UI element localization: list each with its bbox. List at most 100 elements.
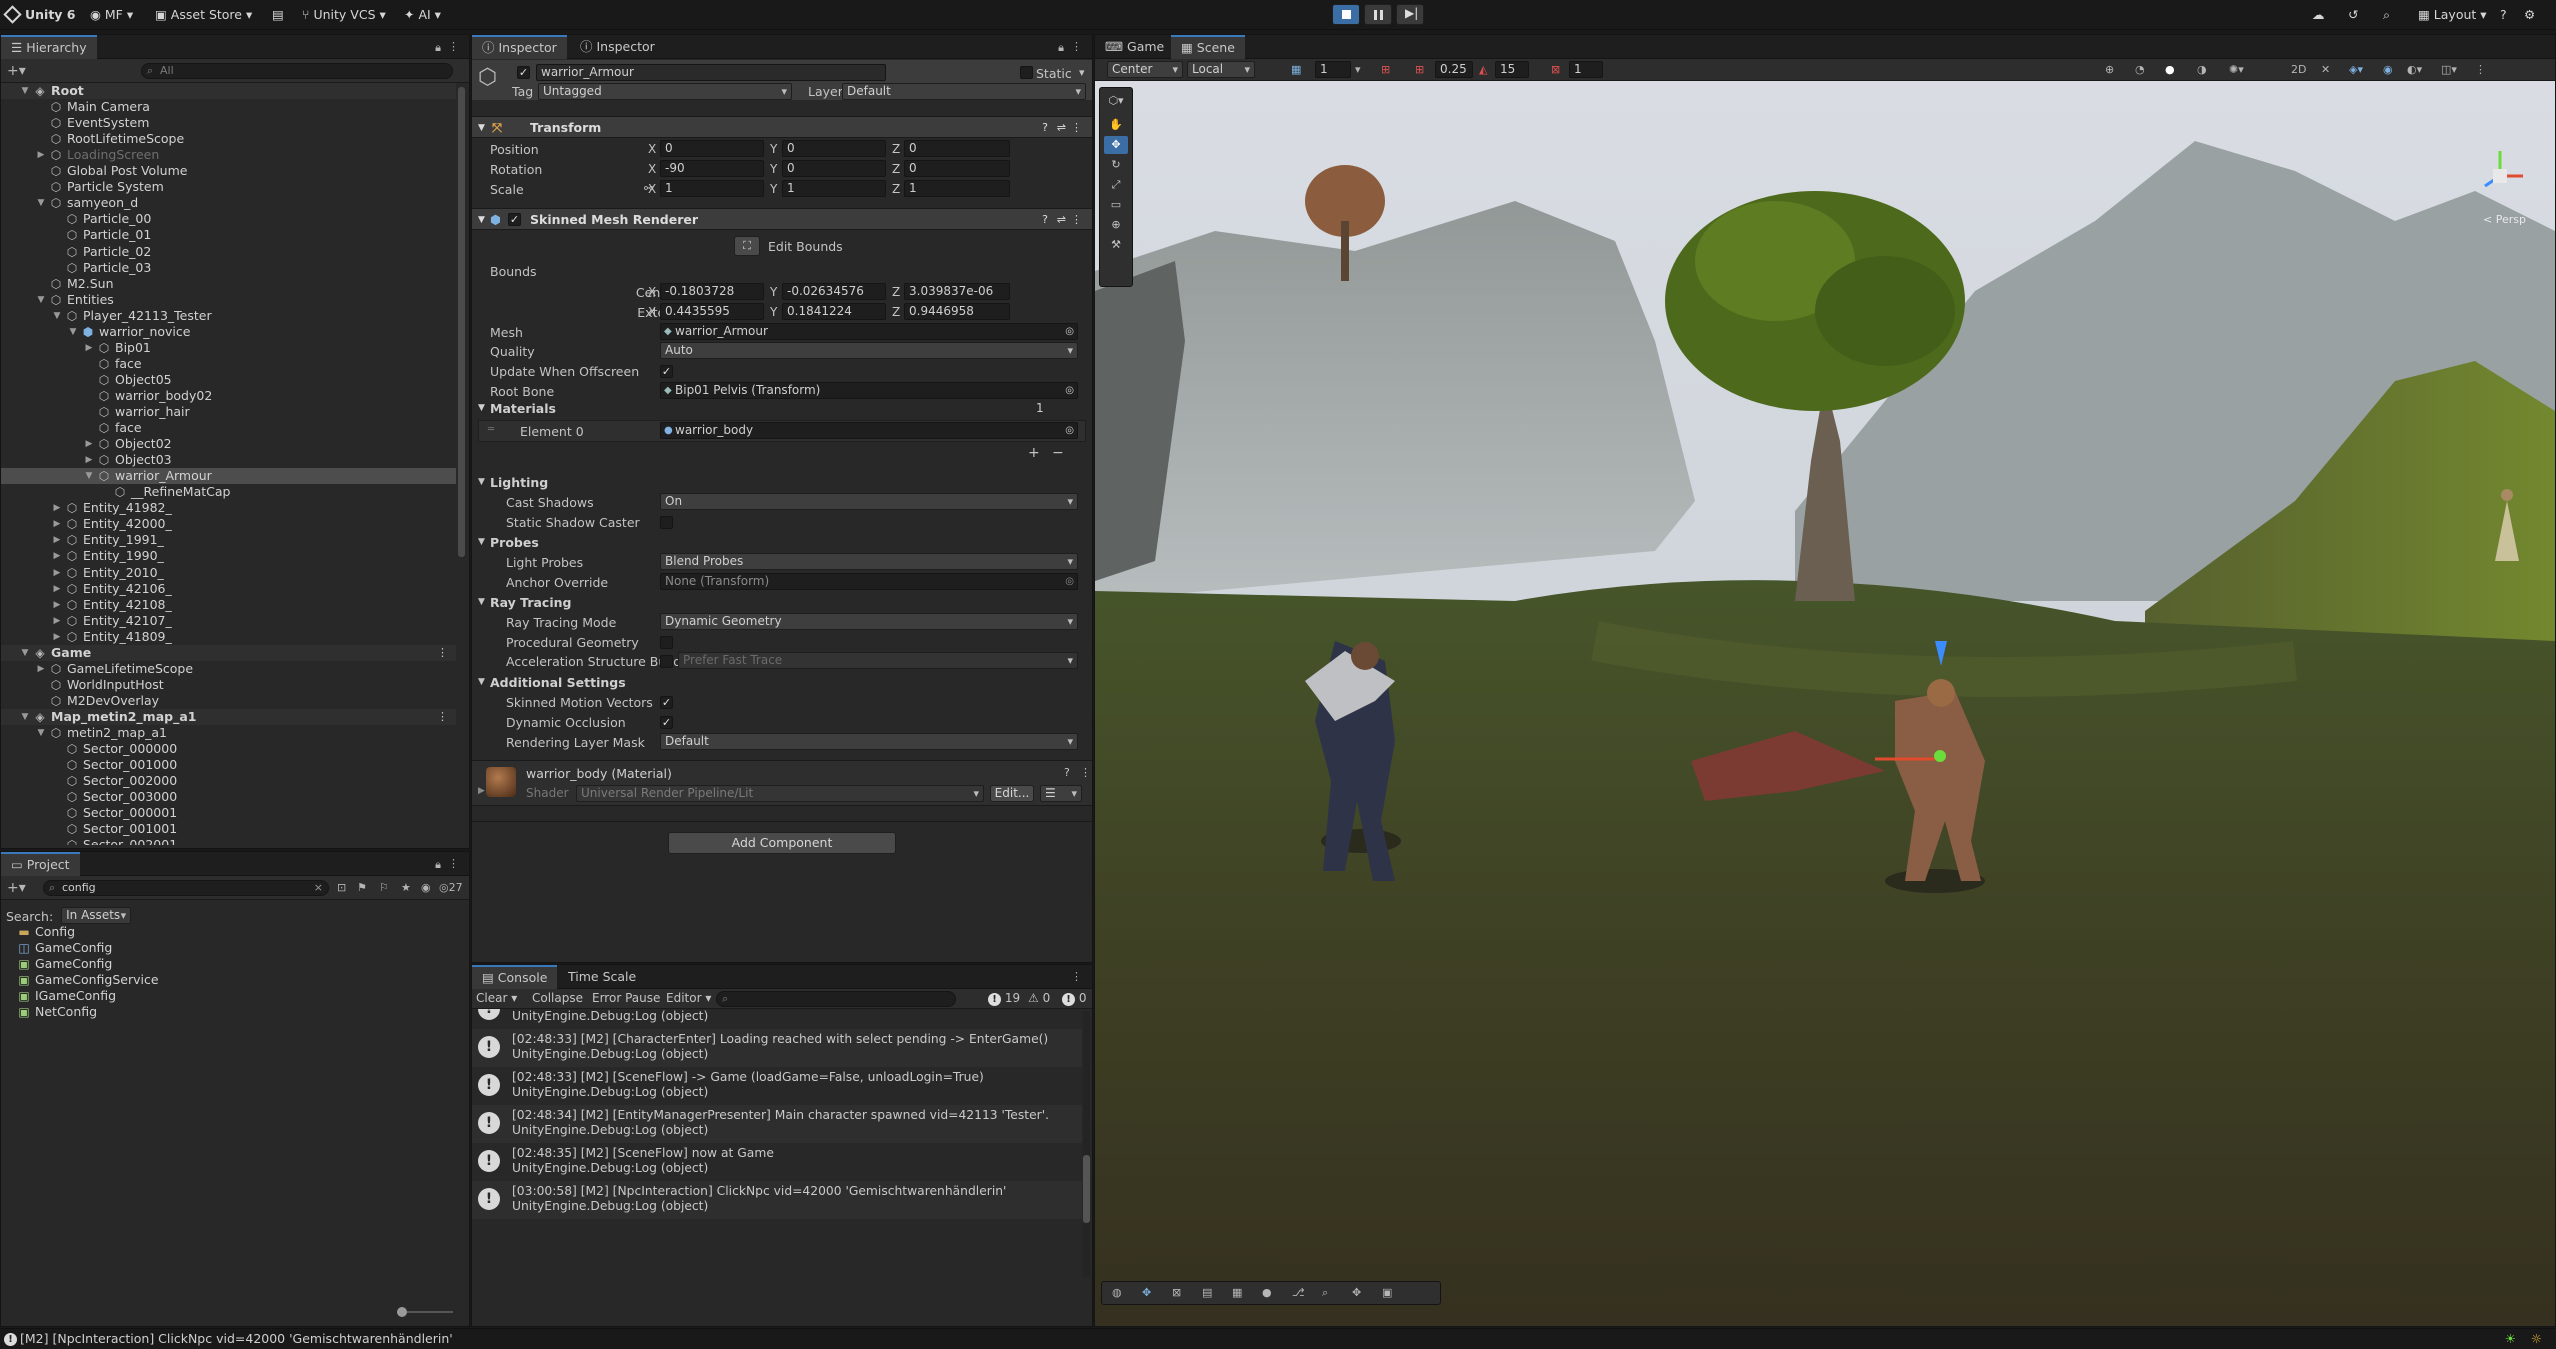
cast-shadows-dropdown[interactable]: On bbox=[660, 493, 1078, 510]
scene-row[interactable]: ▼ ◈ Map_metin2_map_a1 ⋮ bbox=[1, 708, 456, 725]
rotate-snap-icon[interactable]: ◭ bbox=[1479, 63, 1487, 76]
ai-dropdown[interactable]: ✦ AI ▾ bbox=[404, 6, 441, 24]
rect-tool[interactable]: ▭ bbox=[1104, 196, 1128, 214]
create-plus-icon[interactable]: +▾ bbox=[7, 63, 26, 79]
filter-type-icon[interactable]: ⊡ bbox=[337, 881, 346, 894]
expanded-arrow-icon[interactable]: ▼ bbox=[35, 292, 47, 308]
static-toggle[interactable] bbox=[1020, 66, 1033, 79]
smr-header[interactable]: ▼ ⬢ ✓ Skinned Mesh Renderer ? ⇌ ⋮ bbox=[472, 208, 1092, 230]
tree-row[interactable]: ▶ ⬡ Bip01 bbox=[1, 340, 456, 356]
tree-row[interactable]: ▼ ⬡ Player_42113_Tester bbox=[1, 308, 456, 324]
scene-row[interactable]: ▼ ◈ Game ⋮ bbox=[1, 644, 456, 661]
log-count-toggle[interactable]: ! 19 bbox=[988, 991, 1020, 1006]
collapsed-arrow-icon[interactable]: ▶ bbox=[83, 452, 95, 468]
rendering-layer-dropdown[interactable]: Default bbox=[660, 733, 1078, 750]
log-entry[interactable]: ! [03:00:58] [M2] [NpcInteraction] ClickN… bbox=[472, 1181, 1082, 1219]
favorite-icon[interactable]: ★ bbox=[401, 881, 411, 894]
tree-row[interactable]: ▶ ⬡ Object02 bbox=[1, 436, 456, 452]
shading-lit-icon[interactable]: ◑ bbox=[2197, 63, 2207, 76]
smr-enabled-toggle[interactable]: ✓ bbox=[508, 213, 521, 226]
move-tool[interactable]: ✥ bbox=[1104, 136, 1128, 154]
kebab-menu-icon[interactable]: ⋮ bbox=[437, 709, 448, 725]
tree-row[interactable]: ⬡ __RefineMatCap bbox=[1, 484, 456, 500]
collapsed-arrow-icon[interactable]: ▶ bbox=[83, 340, 95, 356]
grid-size-field[interactable]: 1 bbox=[1315, 61, 1351, 78]
tree-row[interactable]: ▶ ⬡ Entity_2010_ bbox=[1, 565, 456, 581]
help-icon[interactable]: ? bbox=[1042, 209, 1048, 231]
hierarchy-search-input[interactable]: ⌕ All bbox=[141, 63, 453, 79]
tree-row[interactable]: ▶ ⬡ LoadingScreen bbox=[1, 147, 456, 163]
kebab-menu-icon[interactable]: ⋮ bbox=[1071, 117, 1082, 139]
expanded-arrow-icon[interactable]: ▼ bbox=[67, 324, 79, 340]
edit-bounds-button[interactable]: ⛶ bbox=[734, 236, 760, 256]
expanded-arrow-icon[interactable]: ▼ bbox=[51, 308, 63, 324]
object-picker-icon[interactable]: ◎ bbox=[1065, 324, 1074, 339]
collapsed-arrow-icon[interactable]: ▶ bbox=[51, 613, 63, 629]
tree-row[interactable]: ⬡ M2.Sun bbox=[1, 276, 456, 292]
collapsed-arrow-icon[interactable]: ▶ bbox=[51, 629, 63, 645]
create-plus-icon[interactable]: +▾ bbox=[7, 880, 26, 896]
search-scope-dropdown[interactable]: In Assets bbox=[61, 907, 132, 924]
vcs-dropdown[interactable]: ⑂ Unity VCS ▾ bbox=[302, 6, 386, 24]
static-shadow-toggle[interactable] bbox=[660, 516, 673, 529]
slider-handle[interactable] bbox=[397, 1307, 407, 1317]
pan-icon[interactable]: ✥ bbox=[1352, 1286, 1361, 1299]
undo-history-button[interactable]: ↺ bbox=[2348, 6, 2358, 24]
accel-dropdown[interactable]: Prefer Fast Trace bbox=[678, 652, 1078, 669]
accel-toggle[interactable] bbox=[660, 655, 673, 668]
path-icon[interactable]: ⎇ bbox=[1292, 1286, 1305, 1299]
tree-row[interactable]: ▶ ⬡ Entity_41982_ bbox=[1, 500, 456, 516]
rotation-z-field[interactable]: 0 bbox=[904, 160, 1010, 177]
filter-log-icon[interactable]: ⚐ bbox=[379, 881, 389, 894]
tree-row[interactable]: ⬡ Global Post Volume bbox=[1, 163, 456, 179]
expand-arrow-icon[interactable]: ▼ bbox=[478, 403, 485, 413]
tree-row[interactable]: ▶ ⬡ Entity_1991_ bbox=[1, 532, 456, 548]
shader-dropdown[interactable]: Universal Render Pipeline/Lit bbox=[576, 785, 984, 802]
filter-label-icon[interactable]: ⚑ bbox=[357, 881, 367, 894]
rotate-tool[interactable]: ↻ bbox=[1104, 156, 1128, 174]
tree-row[interactable]: ⬡ Sector_000000 bbox=[1, 741, 456, 757]
account-dropdown[interactable]: ◉ MF ▾ bbox=[90, 6, 133, 24]
shader-options-dropdown[interactable]: ☰ bbox=[1040, 785, 1082, 802]
log-entry[interactable]: ! [02:48:35] [M2] [SceneFlow] now at Game… bbox=[472, 1143, 1082, 1181]
tab-game[interactable]: ⌨ Game bbox=[1095, 35, 1174, 59]
tree-row[interactable]: ⬡ EventSystem bbox=[1, 115, 456, 131]
tree-row[interactable]: ⬡ Main Camera bbox=[1, 99, 456, 115]
unity-account-menu[interactable]: Unity 6 bbox=[3, 5, 76, 24]
pivot-icon[interactable]: ✥ bbox=[1142, 1286, 1151, 1299]
increment-snap-icon[interactable]: ⊞ bbox=[1381, 63, 1390, 76]
lightbulb-icon[interactable]: ☼ bbox=[2531, 1329, 2542, 1349]
custom-tool[interactable]: ⚒ bbox=[1104, 236, 1128, 254]
tree-row[interactable]: ▼ ⬡ Entities bbox=[1, 292, 456, 308]
ray-mode-dropdown[interactable]: Dynamic Geometry bbox=[660, 613, 1078, 630]
update-offscreen-toggle[interactable]: ✓ bbox=[660, 365, 673, 378]
preset-icon[interactable]: ⇌ bbox=[1057, 209, 1066, 231]
expanded-arrow-icon[interactable]: ▼ bbox=[35, 725, 47, 741]
extent-z-field[interactable]: 0.9446958 bbox=[904, 303, 1010, 320]
expanded-arrow-icon[interactable]: ▼ bbox=[19, 709, 31, 725]
active-toggle[interactable]: ✓ bbox=[517, 66, 530, 79]
shading-solid-icon[interactable]: ● bbox=[2165, 63, 2175, 76]
settings-button[interactable]: ⚙ bbox=[2524, 6, 2535, 24]
tree-row[interactable]: ⬡ warrior_hair bbox=[1, 404, 456, 420]
shading-wire-icon[interactable]: ◔ bbox=[2135, 63, 2145, 76]
log-entry[interactable]: ! [02:48:33] [M2] [CharacterEnter] Loadin… bbox=[472, 1029, 1082, 1067]
expand-arrow-icon[interactable]: ▼ bbox=[478, 477, 485, 487]
hierarchy-scrollbar[interactable] bbox=[458, 87, 465, 557]
center-z-field[interactable]: 3.039837e-06 bbox=[904, 283, 1010, 300]
object-name-field[interactable]: warrior_Armour bbox=[536, 64, 886, 81]
scale-snap-field[interactable]: 1 bbox=[1569, 61, 1603, 78]
materials-count[interactable]: 1 bbox=[1032, 401, 1082, 418]
clear-button[interactable]: Clear ▾ bbox=[476, 991, 517, 1005]
shader-edit-button[interactable]: Edit... bbox=[990, 785, 1034, 802]
project-item[interactable]: ▣ NetConfig bbox=[1, 1004, 456, 1020]
pivot-rotation-dropdown[interactable]: Local bbox=[1187, 61, 1255, 78]
lock-icon[interactable]: 🔒︎ bbox=[435, 41, 441, 55]
collapsed-arrow-icon[interactable]: ▶ bbox=[51, 597, 63, 613]
preset-icon[interactable]: ⇌ bbox=[1057, 117, 1066, 139]
expand-arrow-icon[interactable]: ▼ bbox=[478, 597, 485, 607]
dynamic-occlusion-toggle[interactable]: ✓ bbox=[660, 716, 673, 729]
layer-dropdown[interactable]: Default bbox=[842, 83, 1086, 100]
anchor-override-field[interactable]: None (Transform) ◎ bbox=[660, 573, 1078, 590]
tree-row[interactable]: ⬡ Particle_02 bbox=[1, 244, 456, 260]
